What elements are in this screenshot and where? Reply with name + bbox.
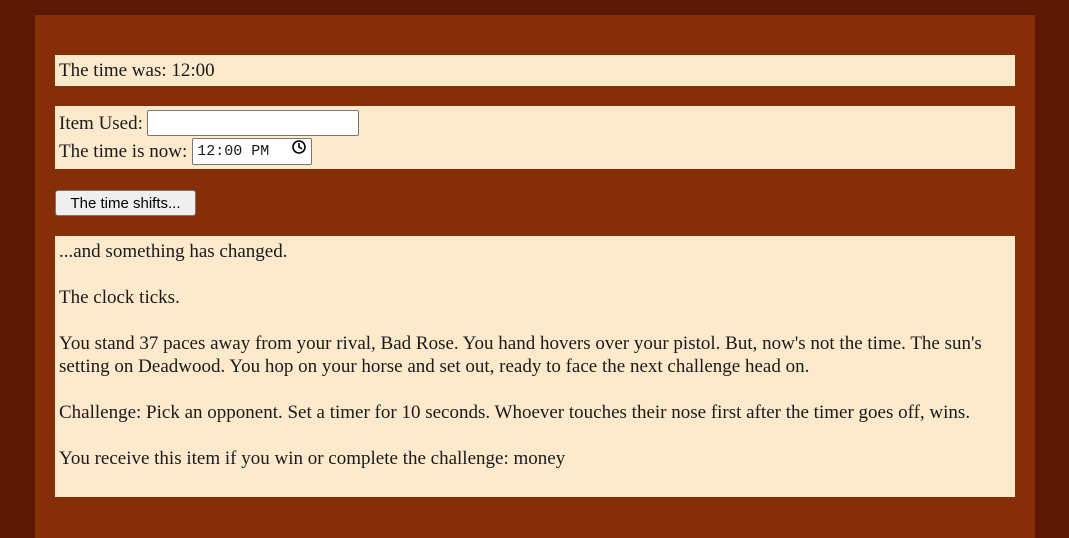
item-used-row: Item Used:	[59, 109, 1015, 137]
previous-time-label: The time was:	[59, 60, 172, 81]
clock-icon[interactable]	[291, 139, 307, 163]
item-used-input[interactable]	[146, 110, 359, 136]
game-frame: The time was: 12:00 Item Used: The time …	[35, 15, 1035, 538]
previous-time-panel: The time was: 12:00	[55, 55, 1015, 86]
item-used-label: Item Used:	[59, 112, 143, 134]
story-clock-line: The clock ticks.	[59, 287, 180, 308]
story-panel: ...and something has changed. The clock …	[55, 236, 1015, 497]
controls-panel: Item Used: The time is now: 12:00 PM	[55, 106, 1015, 169]
time-shift-button[interactable]: The time shifts...	[55, 190, 196, 216]
story-intro: ...and something has changed.	[59, 241, 288, 262]
challenge-text: Challenge: Pick an opponent. Set a timer…	[59, 402, 971, 423]
story-paragraph: You stand 37 paces away from your rival,…	[59, 333, 982, 377]
previous-time-value: 12:00	[171, 60, 215, 81]
current-time-input[interactable]: 12:00 PM	[192, 137, 313, 165]
current-time-value[interactable]: 12:00 PM	[197, 140, 269, 163]
current-time-row: The time is now: 12:00 PM	[59, 137, 1015, 165]
reward-text: You receive this item if you win or comp…	[59, 448, 566, 469]
current-time-label: The time is now:	[59, 140, 188, 162]
